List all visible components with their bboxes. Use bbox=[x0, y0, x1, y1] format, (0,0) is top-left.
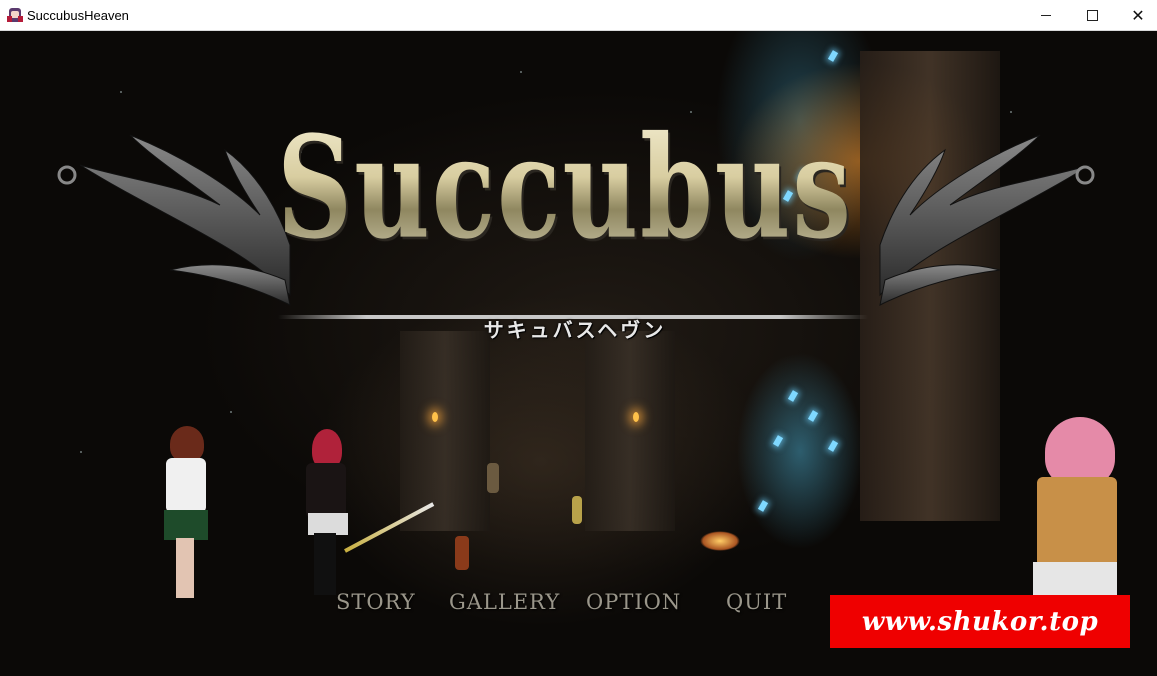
game-character-icon bbox=[7, 7, 23, 23]
crystal bbox=[807, 410, 819, 422]
logo-subtitle: サキュバスヘヴン bbox=[483, 318, 667, 342]
minimize-button[interactable] bbox=[1023, 0, 1069, 31]
character-sailor-girl bbox=[160, 426, 220, 606]
background-star bbox=[80, 451, 82, 453]
background-star bbox=[120, 91, 122, 93]
title-bar[interactable]: SuccubusHeaven ✕ bbox=[0, 0, 1157, 31]
campfire bbox=[700, 531, 740, 551]
crystal bbox=[827, 440, 839, 452]
background-star bbox=[520, 71, 522, 73]
menu-option-button[interactable]: OPTION bbox=[586, 590, 681, 614]
watermark-banner: www.shukor.top bbox=[830, 595, 1130, 648]
background-star bbox=[230, 411, 232, 413]
close-icon: ✕ bbox=[1131, 6, 1145, 25]
minimize-icon bbox=[1041, 15, 1051, 16]
menu-story-button[interactable]: STORY bbox=[336, 590, 416, 614]
maximize-button[interactable] bbox=[1069, 0, 1115, 31]
menu-quit-button[interactable]: QUIT bbox=[726, 590, 787, 614]
watermark-text: www.shukor.top bbox=[861, 606, 1099, 637]
crystal bbox=[827, 50, 839, 62]
window-title: SuccubusHeaven bbox=[27, 7, 129, 23]
menu-gallery-button[interactable]: GALLERY bbox=[449, 590, 560, 614]
maximize-icon bbox=[1086, 10, 1098, 21]
distant-figure bbox=[455, 536, 469, 570]
logo-title: Succubus HeaveN bbox=[235, 80, 895, 486]
close-button[interactable]: ✕ bbox=[1115, 0, 1157, 31]
game-window: SuccubusHeaven ✕ Succubus HeaveN サキュバスヘヴ… bbox=[0, 0, 1157, 676]
